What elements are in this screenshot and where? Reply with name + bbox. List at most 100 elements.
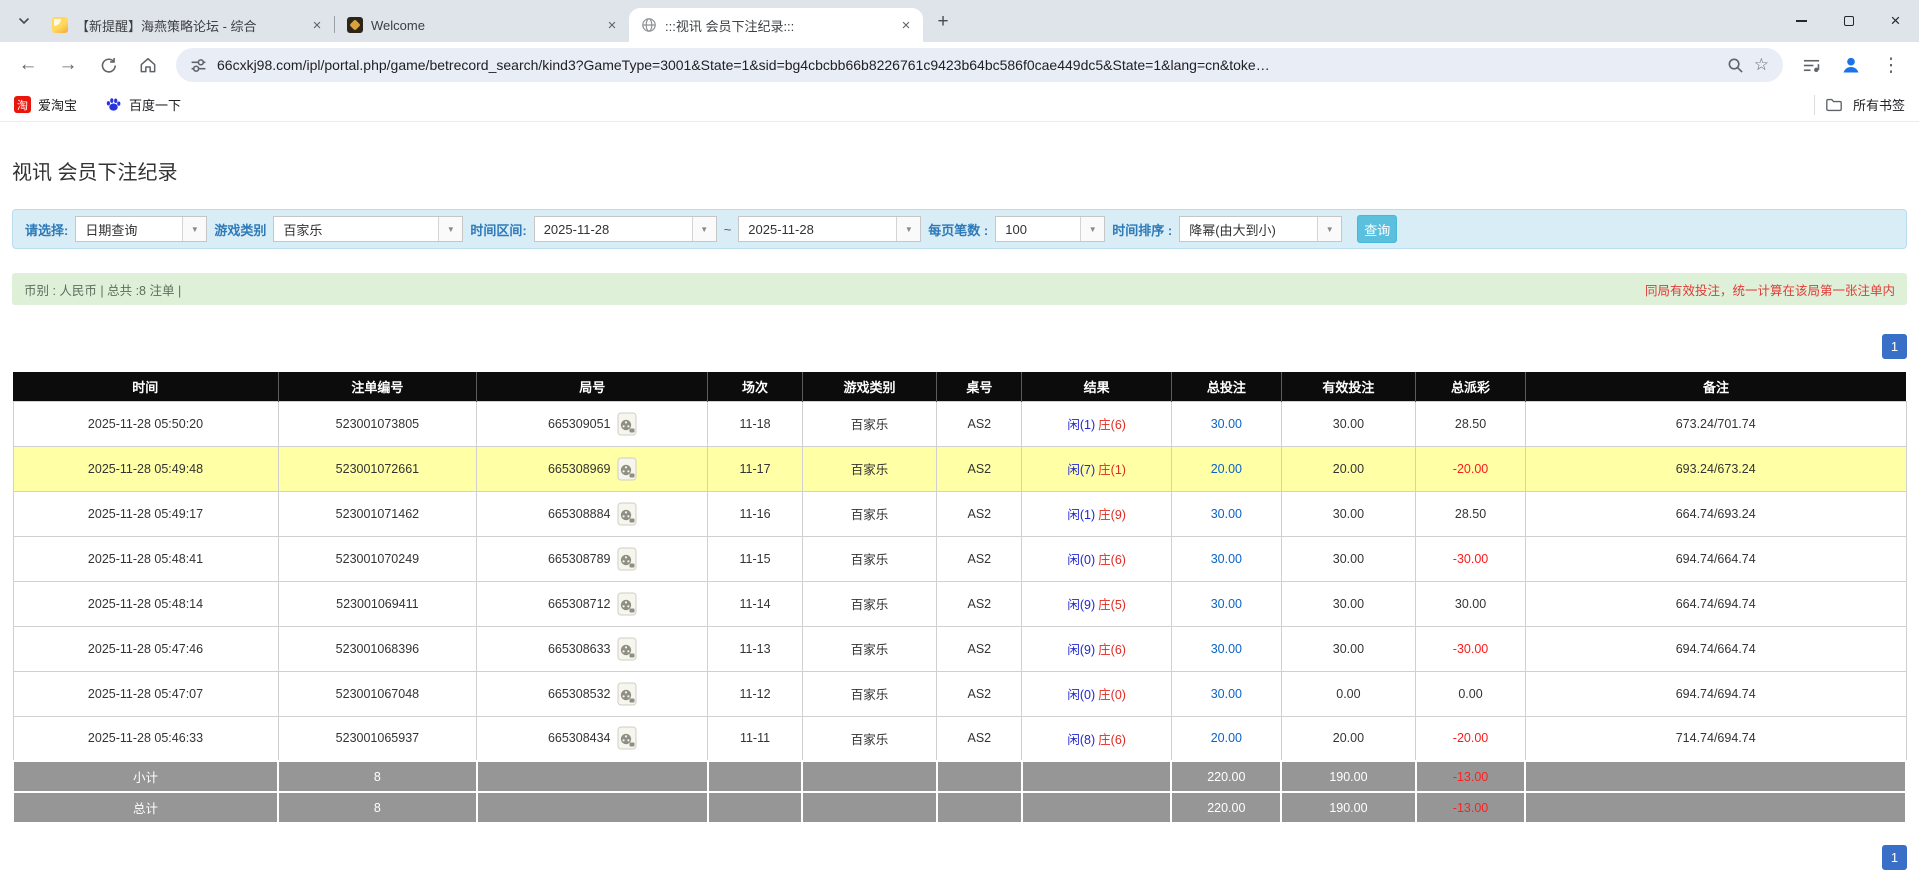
total-bet-link[interactable]: 20.00 bbox=[1211, 462, 1242, 476]
cell-total-bet: 20.00 bbox=[1170, 445, 1282, 492]
cell-valid-bet: 30.00 bbox=[1280, 625, 1417, 672]
per-page-select[interactable]: 100 ▼ bbox=[995, 216, 1106, 242]
minimize-button[interactable] bbox=[1778, 0, 1825, 42]
browser-menu-icon[interactable]: ⋮ bbox=[1873, 47, 1909, 83]
result-player: 闲(0) bbox=[1067, 553, 1096, 567]
video-replay-icon[interactable] bbox=[617, 412, 637, 436]
cell-session: 11-13 bbox=[707, 625, 803, 672]
close-button[interactable]: × bbox=[1872, 0, 1919, 42]
page-1-button[interactable]: 1 bbox=[1882, 845, 1907, 870]
cell-valid-bet: 30.00 bbox=[1280, 490, 1417, 537]
video-replay-icon[interactable] bbox=[617, 682, 637, 706]
cell-total-bet: 30.00 bbox=[1170, 580, 1282, 627]
cell-note: 694.74/664.74 bbox=[1524, 535, 1907, 582]
address-bar[interactable]: 66cxkj98.com/ipl/portal.php/game/betreco… bbox=[176, 48, 1783, 82]
column-header: 备注 bbox=[1525, 372, 1906, 401]
cell-bet-id: 523001071462 bbox=[277, 490, 478, 537]
search-button[interactable]: 查询 bbox=[1357, 215, 1398, 243]
cell-session: 11-14 bbox=[707, 580, 803, 627]
forward-icon[interactable]: → bbox=[50, 47, 86, 83]
total-bet-link[interactable]: 30.00 bbox=[1211, 642, 1242, 656]
cell-payout: 28.50 bbox=[1415, 490, 1526, 537]
mode-label: 请选择: bbox=[25, 222, 69, 238]
round-number: 665308884 bbox=[547, 506, 611, 521]
total-row: 总计 8 220.00 190.00 -13.00 bbox=[11, 791, 1907, 824]
cell-session: 11-18 bbox=[707, 400, 803, 447]
cell-result: 闲(0) 庄(6) bbox=[1021, 535, 1172, 582]
tab-close-icon[interactable]: × bbox=[897, 16, 915, 34]
all-bookmarks[interactable]: 所有书签 bbox=[1813, 94, 1905, 115]
bookmarks-bar: 淘 爱淘宝 百度一下 所有书签 bbox=[0, 88, 1919, 122]
cell-total-bet: 30.00 bbox=[1170, 400, 1282, 447]
cell-table-id: AS2 bbox=[936, 715, 1023, 762]
game-type-select[interactable]: 百家乐 ▼ bbox=[273, 216, 464, 242]
result-banker: 庄(6) bbox=[1098, 553, 1126, 567]
bet-record-table: 时间 注单编号 局号 场次 游戏类别 桌号 结果 总投注 有效投注 总派彩 备注 2025-11-2… bbox=[11, 372, 1907, 824]
total-bet-link[interactable]: 30.00 bbox=[1211, 507, 1242, 521]
date-to-select[interactable]: 2025-11-28 ▼ bbox=[738, 216, 922, 242]
zoom-icon[interactable] bbox=[1727, 57, 1744, 74]
total-bet-link[interactable]: 30.00 bbox=[1211, 687, 1242, 701]
date-from-select[interactable]: 2025-11-28 ▼ bbox=[533, 216, 717, 242]
tab-welcome[interactable]: Welcome × bbox=[335, 8, 629, 42]
result-player: 闲(1) bbox=[1067, 508, 1096, 522]
summary-bar: 币别 : 人民币 | 总共 :8 注单 | 同局有效投注，统一计算在该局第一张注… bbox=[12, 273, 1907, 305]
subtotal-count: 8 bbox=[277, 760, 478, 793]
mode-select[interactable]: 日期查询 ▼ bbox=[75, 216, 208, 242]
video-replay-icon[interactable] bbox=[617, 592, 637, 616]
video-replay-icon[interactable] bbox=[617, 547, 637, 571]
browser-window: 【新提醒】海燕策略论坛 - 综合 × Welcome × :::视讯 会员下注纪… bbox=[0, 0, 1919, 894]
cell-game-type: 百家乐 bbox=[801, 625, 938, 672]
total-bet-link[interactable]: 30.00 bbox=[1211, 597, 1242, 611]
tab-strip: 【新提醒】海燕策略论坛 - 综合 × Welcome × :::视讯 会员下注纪… bbox=[0, 0, 1919, 42]
result-banker: 庄(6) bbox=[1098, 732, 1126, 747]
tab-forum[interactable]: 【新提醒】海燕策略论坛 - 综合 × bbox=[40, 8, 334, 42]
chevron-down-icon: ▼ bbox=[182, 217, 207, 241]
cell-game-type: 百家乐 bbox=[801, 490, 938, 537]
maximize-button[interactable] bbox=[1825, 0, 1872, 42]
reload-icon[interactable] bbox=[90, 47, 126, 83]
total-bet-link[interactable]: 20.00 bbox=[1211, 731, 1242, 745]
cell-valid-bet: 30.00 bbox=[1280, 400, 1417, 447]
game-type-label: 游戏类别 bbox=[214, 222, 267, 238]
chevron-down-icon: ▼ bbox=[438, 217, 463, 241]
result-banker: 庄(9) bbox=[1098, 508, 1126, 522]
tab-search-chevron-icon[interactable] bbox=[10, 7, 38, 35]
cell-game-type: 百家乐 bbox=[801, 400, 938, 447]
site-info-icon[interactable] bbox=[190, 57, 207, 74]
cell-total-bet: 30.00 bbox=[1170, 490, 1282, 537]
tab-close-icon[interactable]: × bbox=[603, 16, 621, 34]
total-bet-link[interactable]: 30.00 bbox=[1211, 417, 1242, 431]
home-icon[interactable] bbox=[130, 47, 166, 83]
video-replay-icon[interactable] bbox=[617, 457, 637, 481]
chevron-down-icon: ▼ bbox=[1317, 217, 1342, 241]
column-header: 时间 bbox=[13, 372, 279, 401]
tab-bet-record[interactable]: :::视讯 会员下注纪录::: × bbox=[629, 8, 923, 42]
profile-avatar-icon[interactable] bbox=[1833, 47, 1869, 83]
video-replay-icon[interactable] bbox=[617, 502, 637, 526]
cell-note: 714.74/694.74 bbox=[1524, 715, 1907, 762]
sort-select[interactable]: 降幂(由大到小) ▼ bbox=[1179, 216, 1343, 242]
cell-payout: 0.00 bbox=[1415, 670, 1526, 717]
cell-round: 665308969 bbox=[476, 445, 709, 492]
new-tab-button[interactable]: + bbox=[929, 8, 957, 36]
back-icon[interactable]: ← bbox=[10, 47, 46, 83]
bookmark-taobao[interactable]: 淘 爱淘宝 bbox=[14, 95, 77, 114]
table-row: 2025-11-28 05:47:46 523001068396 6653086… bbox=[12, 625, 1907, 672]
cell-session: 11-15 bbox=[707, 535, 803, 582]
total-bet-link[interactable]: 30.00 bbox=[1211, 552, 1242, 566]
page-1-button[interactable]: 1 bbox=[1882, 334, 1907, 359]
video-replay-icon[interactable] bbox=[617, 637, 637, 661]
tab-title: 【新提醒】海燕策略论坛 - 综合 bbox=[76, 18, 257, 34]
cell-table-id: AS2 bbox=[936, 580, 1023, 627]
cell-note: 693.24/673.24 bbox=[1524, 445, 1907, 492]
tab-close-icon[interactable]: × bbox=[308, 16, 326, 34]
bookmark-baidu[interactable]: 百度一下 bbox=[105, 95, 181, 114]
url-text: 66cxkj98.com/ipl/portal.php/game/betreco… bbox=[217, 57, 1270, 73]
video-replay-icon[interactable] bbox=[617, 726, 637, 750]
cell-time: 2025-11-28 05:49:17 bbox=[12, 490, 279, 537]
media-controls-icon[interactable] bbox=[1793, 47, 1829, 83]
round-number: 665308532 bbox=[547, 686, 611, 701]
bookmark-star-icon[interactable]: ☆ bbox=[1754, 55, 1769, 75]
cell-bet-id: 523001070249 bbox=[277, 535, 478, 582]
